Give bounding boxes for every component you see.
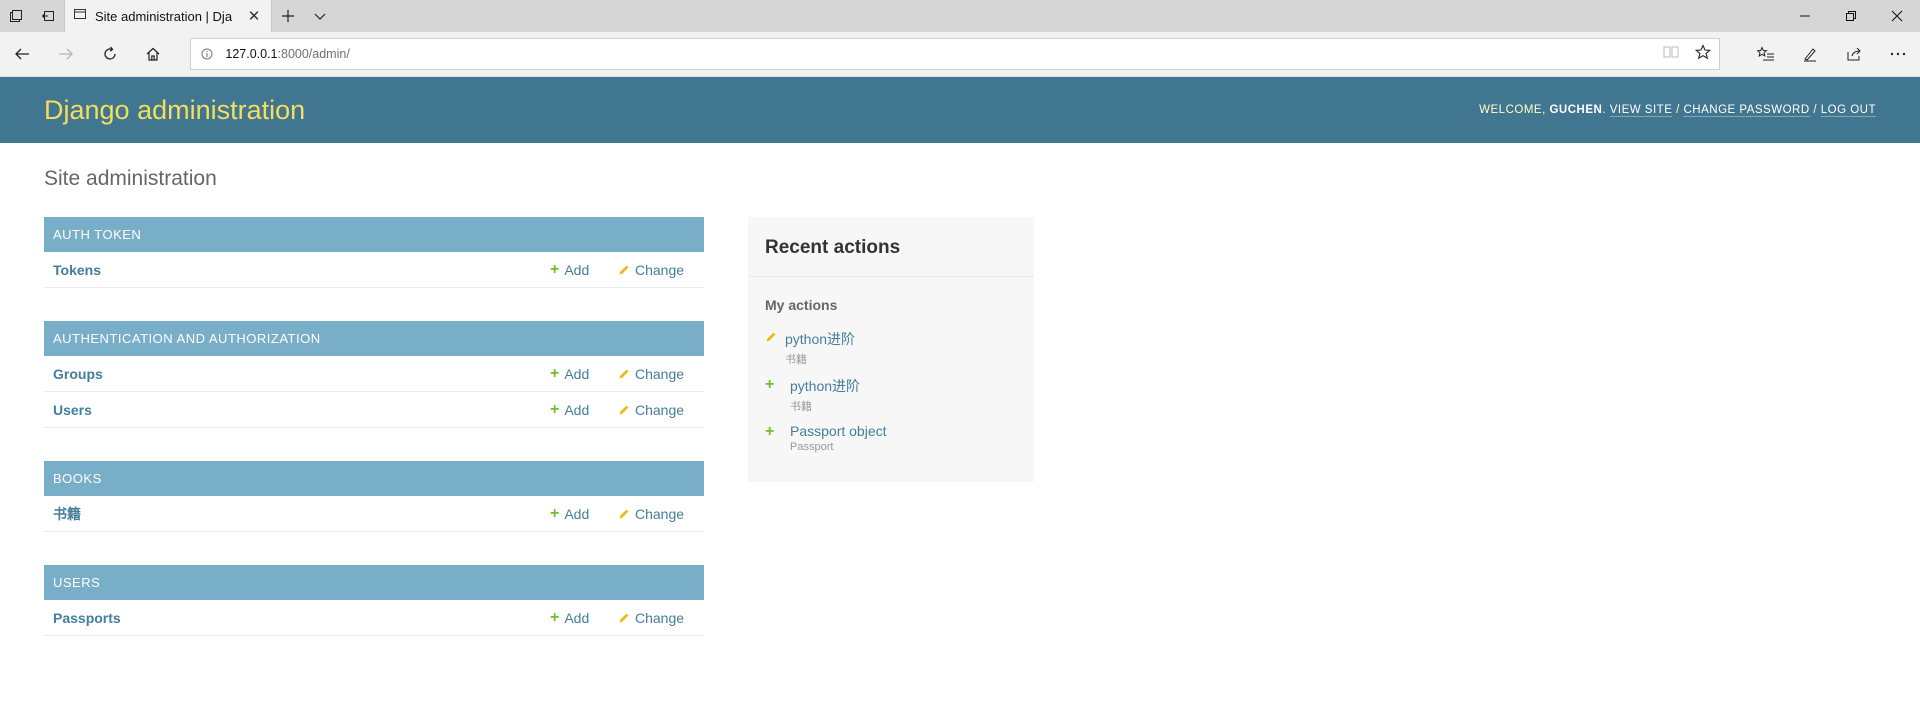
- recent-action-type: Passport: [790, 441, 834, 453]
- new-tab-icon[interactable]: [272, 9, 304, 23]
- pencil-icon: [618, 368, 630, 380]
- change-link[interactable]: Change: [618, 402, 695, 418]
- recent-action-item: + python进阶 书籍: [748, 372, 1034, 419]
- model-row-tokens: Tokens + Add Change: [44, 252, 704, 288]
- admin-header: Django administration WELCOME, GUCHEN. V…: [0, 77, 1920, 143]
- pencil-icon: [618, 264, 630, 276]
- pen-notes-icon[interactable]: [1788, 32, 1832, 77]
- separator: /: [1676, 104, 1680, 116]
- model-row-groups: Groups + Add Change: [44, 356, 704, 392]
- model-link[interactable]: Tokens: [53, 262, 550, 278]
- model-link[interactable]: 书籍: [53, 504, 550, 524]
- recent-actions-title: Recent actions: [748, 217, 1034, 277]
- plus-icon: +: [550, 260, 560, 278]
- change-link[interactable]: Change: [618, 366, 695, 382]
- change-link[interactable]: Change: [618, 262, 695, 278]
- module-authentication-and-authorization: AUTHENTICATION AND AUTHORIZATION Groups …: [44, 321, 704, 428]
- content-area: Site administration AUTH TOKEN Tokens + A…: [0, 143, 1920, 691]
- recent-action-link[interactable]: python进阶: [790, 376, 860, 396]
- username: GUCHEN: [1549, 104, 1603, 116]
- change-password-link[interactable]: CHANGE PASSWORD: [1683, 104, 1810, 117]
- tab-title: Site administration | Dja: [95, 8, 233, 24]
- add-link[interactable]: + Add: [550, 608, 618, 626]
- change-link[interactable]: Change: [618, 610, 695, 626]
- reading-view-icon[interactable]: [1663, 45, 1679, 64]
- site-info-icon[interactable]: [199, 46, 215, 62]
- add-link[interactable]: + Add: [550, 260, 618, 278]
- browser-tab-bar: Site administration | Dja ✕: [0, 0, 1920, 32]
- model-link[interactable]: Groups: [53, 366, 550, 382]
- pencil-icon: [765, 329, 785, 367]
- user-tools: WELCOME, GUCHEN. VIEW SITE / CHANGE PASS…: [1479, 104, 1876, 117]
- back-icon[interactable]: [0, 32, 44, 77]
- more-icon[interactable]: [1876, 32, 1920, 77]
- share-icon[interactable]: [1832, 32, 1876, 77]
- home-icon[interactable]: [132, 32, 176, 77]
- plus-icon: +: [765, 423, 775, 440]
- plus-icon: +: [550, 504, 560, 522]
- separator: /: [1813, 104, 1818, 116]
- recent-actions-panel: Recent actions My actions python进阶 书籍 + …: [748, 217, 1034, 482]
- pencil-icon: [618, 404, 630, 416]
- favorites-hub-icon[interactable]: [1744, 32, 1788, 77]
- plus-icon: +: [550, 608, 560, 626]
- chevron-down-icon[interactable]: [304, 9, 336, 23]
- module-caption[interactable]: AUTHENTICATION AND AUTHORIZATION: [44, 321, 704, 356]
- refresh-icon[interactable]: [88, 32, 132, 77]
- model-link[interactable]: Passports: [53, 610, 550, 626]
- recent-action-type: 书籍: [785, 354, 807, 366]
- model-row-users: Users + Add Change: [44, 392, 704, 428]
- add-link[interactable]: + Add: [550, 400, 618, 418]
- module-caption[interactable]: USERS: [44, 565, 704, 600]
- plus-icon: +: [550, 400, 560, 418]
- site-branding[interactable]: Django administration: [44, 95, 305, 126]
- recent-action-item: python进阶 书籍: [748, 325, 1034, 372]
- model-link[interactable]: Users: [53, 402, 550, 418]
- tab-back-icon[interactable]: [32, 0, 64, 32]
- app-list: AUTH TOKEN Tokens + Add Change AUTHENTICA…: [44, 217, 704, 669]
- plus-icon: +: [550, 364, 560, 382]
- module-users: USERS Passports + Add Change: [44, 565, 704, 636]
- recent-action-type: 书籍: [790, 401, 812, 413]
- model-row-books: 书籍 + Add Change: [44, 496, 704, 532]
- add-link[interactable]: + Add: [550, 504, 618, 522]
- url-field[interactable]: 127.0.0.1:8000/admin/: [190, 38, 1720, 70]
- minimize-icon[interactable]: [1782, 0, 1828, 32]
- address-bar-row: 127.0.0.1:8000/admin/: [0, 32, 1920, 77]
- add-link[interactable]: + Add: [550, 364, 618, 382]
- browser-tab[interactable]: Site administration | Dja ✕: [64, 0, 272, 32]
- welcome-label: WELCOME,: [1479, 104, 1546, 116]
- url-text: 127.0.0.1:8000/admin/: [225, 47, 350, 61]
- change-link[interactable]: Change: [618, 506, 695, 522]
- tab-close-icon[interactable]: ✕: [245, 7, 263, 25]
- module-books: BOOKS 书籍 + Add Change: [44, 461, 704, 532]
- restore-icon[interactable]: [1828, 0, 1874, 32]
- recent-action-item: + Passport object Passport: [748, 419, 1034, 458]
- page-title: Site administration: [44, 167, 217, 190]
- close-icon[interactable]: [1874, 0, 1920, 32]
- module-auth-token: AUTH TOKEN Tokens + Add Change: [44, 217, 704, 288]
- module-caption[interactable]: BOOKS: [44, 461, 704, 496]
- favorite-star-icon[interactable]: [1694, 43, 1712, 65]
- plus-icon: +: [765, 376, 775, 393]
- my-actions-title: My actions: [765, 297, 838, 313]
- pencil-icon: [618, 612, 630, 624]
- pencil-icon: [618, 508, 630, 520]
- recent-action-link[interactable]: python进阶: [785, 329, 855, 349]
- recent-action-link[interactable]: Passport object: [790, 423, 887, 439]
- forward-icon[interactable]: [44, 32, 88, 77]
- log-out-link[interactable]: LOG OUT: [1820, 104, 1876, 117]
- model-row-passports: Passports + Add Change: [44, 600, 704, 636]
- tab-actions-icon[interactable]: [0, 0, 32, 32]
- page-icon: [73, 7, 87, 26]
- view-site-link[interactable]: VIEW SITE: [1609, 104, 1673, 117]
- module-caption[interactable]: AUTH TOKEN: [44, 217, 704, 252]
